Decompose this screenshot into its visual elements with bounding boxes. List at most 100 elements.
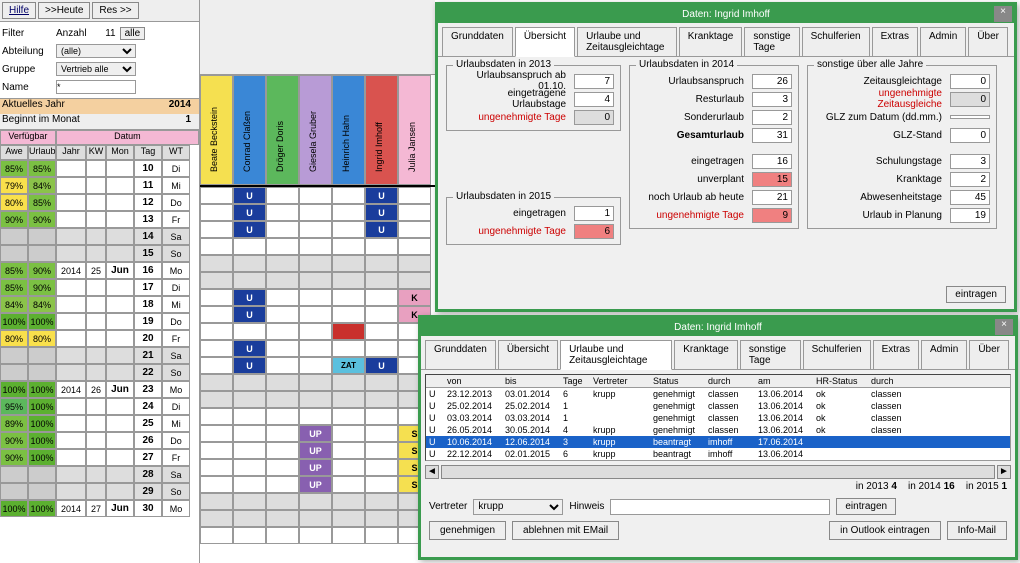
gantt-cell[interactable]	[398, 187, 431, 204]
gantt-cell[interactable]	[332, 408, 365, 425]
gantt-cell[interactable]	[266, 510, 299, 527]
gantt-cell[interactable]	[332, 204, 365, 221]
gantt-cell[interactable]	[332, 442, 365, 459]
gantt-cell[interactable]	[200, 391, 233, 408]
gantt-cell[interactable]	[200, 238, 233, 255]
grid-row[interactable]: 85%85%10Di	[0, 160, 199, 177]
grid-row[interactable]: 79%84%11Mi	[0, 177, 199, 194]
tab[interactable]: Kranktage	[679, 27, 743, 56]
gantt-cell[interactable]: U	[233, 221, 266, 238]
alle-button[interactable]: alle	[120, 27, 146, 40]
gantt-cell[interactable]: ZAT	[332, 357, 365, 374]
scroll-left-icon[interactable]: ◄	[425, 465, 439, 479]
gantt-cell[interactable]	[233, 493, 266, 510]
gantt-cell[interactable]	[398, 221, 431, 238]
vertreter-select[interactable]: krupp	[473, 499, 563, 515]
gantt-cell[interactable]	[299, 272, 332, 289]
person-col[interactable]: Dröger Doris	[266, 75, 299, 185]
scroll-track[interactable]	[441, 465, 995, 479]
gantt-cell[interactable]: U	[365, 357, 398, 374]
tab[interactable]: Übersicht	[498, 340, 558, 369]
gantt-cell[interactable]	[266, 238, 299, 255]
gantt-cell[interactable]	[332, 527, 365, 544]
close-icon[interactable]: ×	[994, 6, 1012, 22]
gantt-cell[interactable]	[332, 476, 365, 493]
gantt-cell[interactable]	[365, 442, 398, 459]
grid-row[interactable]: 22So	[0, 364, 199, 381]
col-head[interactable]: am	[755, 375, 813, 387]
gantt-cell[interactable]	[332, 255, 365, 272]
gantt-cell[interactable]	[200, 323, 233, 340]
grid-row[interactable]: 21Sa	[0, 347, 199, 364]
gantt-cell[interactable]	[365, 476, 398, 493]
tab[interactable]: Über	[969, 340, 1009, 369]
gantt-cell[interactable]	[365, 289, 398, 306]
gantt-cell[interactable]	[299, 527, 332, 544]
gantt-cell[interactable]	[233, 391, 266, 408]
gantt-cell[interactable]: U	[233, 187, 266, 204]
close-icon[interactable]: ×	[995, 319, 1013, 335]
grid-row[interactable]: 14Sa	[0, 228, 199, 245]
gantt-cell[interactable]	[233, 510, 266, 527]
gantt-cell[interactable]	[299, 357, 332, 374]
table-row[interactable]: U25.02.201425.02.20141genehmigtclassen13…	[426, 400, 1010, 412]
person-col[interactable]: Ingrid Imhoff	[365, 75, 398, 185]
grid-row[interactable]: 85%90%201425Jun16Mo	[0, 262, 199, 279]
gantt-cell[interactable]	[299, 238, 332, 255]
gantt-cell[interactable]	[200, 476, 233, 493]
gantt-cell[interactable]	[365, 272, 398, 289]
gantt-cell[interactable]	[332, 289, 365, 306]
col-head[interactable]: Vertreter	[590, 375, 650, 387]
person-col[interactable]: Giesela Gruber	[299, 75, 332, 185]
h-scrollbar[interactable]: ◄ ►	[421, 465, 1015, 479]
eintragen-button-m1[interactable]: eintragen	[946, 286, 1006, 303]
tab[interactable]: Schulferien	[802, 27, 870, 56]
tab[interactable]: sonstige Tage	[740, 340, 801, 369]
scroll-right-icon[interactable]: ►	[997, 465, 1011, 479]
gantt-cell[interactable]	[200, 255, 233, 272]
table-row[interactable]: U26.05.201430.05.20144kruppgenehmigtclas…	[426, 424, 1010, 436]
gantt-cell[interactable]	[200, 221, 233, 238]
col-head[interactable]: bis	[502, 375, 560, 387]
gantt-cell[interactable]	[266, 357, 299, 374]
gantt-cell[interactable]: U	[233, 357, 266, 374]
tab[interactable]: Über	[968, 27, 1008, 56]
grid-row[interactable]: 95%100%24Di	[0, 398, 199, 415]
gantt-cell[interactable]	[266, 187, 299, 204]
gantt-cell[interactable]: U	[233, 289, 266, 306]
gantt-cell[interactable]: U	[365, 187, 398, 204]
tab[interactable]: Extras	[872, 27, 918, 56]
gantt-cell[interactable]	[233, 408, 266, 425]
gantt-cell[interactable]	[233, 476, 266, 493]
gantt-cell[interactable]	[233, 238, 266, 255]
tab[interactable]: sonstige Tage	[744, 27, 799, 56]
gantt-cell[interactable]	[266, 408, 299, 425]
gantt-cell[interactable]	[365, 255, 398, 272]
gantt-cell[interactable]	[299, 289, 332, 306]
eintragen-button-m2[interactable]: eintragen	[836, 498, 896, 515]
gantt-cell[interactable]	[332, 425, 365, 442]
gantt-cell[interactable]	[200, 272, 233, 289]
gantt-cell[interactable]	[365, 323, 398, 340]
gantt-cell[interactable]	[398, 272, 431, 289]
name-input[interactable]	[56, 80, 136, 94]
gantt-cell[interactable]	[332, 323, 365, 340]
gantt-cell[interactable]	[233, 425, 266, 442]
table-row[interactable]: U23.12.201303.01.20146kruppgenehmigtclas…	[426, 388, 1010, 400]
gantt-cell[interactable]	[200, 510, 233, 527]
gantt-cell[interactable]	[200, 459, 233, 476]
gantt-cell[interactable]	[365, 374, 398, 391]
abteilung-select[interactable]: (alle)	[56, 44, 136, 58]
gantt-cell[interactable]	[365, 340, 398, 357]
gantt-cell[interactable]	[200, 187, 233, 204]
gantt-cell[interactable]: U	[233, 306, 266, 323]
grid-row[interactable]: 100%100%19Do	[0, 313, 199, 330]
gantt-cell[interactable]	[266, 476, 299, 493]
grid-row[interactable]: 28Sa	[0, 466, 199, 483]
heute-button[interactable]: >>Heute	[38, 2, 90, 19]
gantt-cell[interactable]	[200, 374, 233, 391]
gantt-cell[interactable]	[332, 493, 365, 510]
person-col[interactable]: Beate Beckstein	[200, 75, 233, 185]
gantt-cell[interactable]	[332, 306, 365, 323]
gantt-cell[interactable]	[266, 221, 299, 238]
